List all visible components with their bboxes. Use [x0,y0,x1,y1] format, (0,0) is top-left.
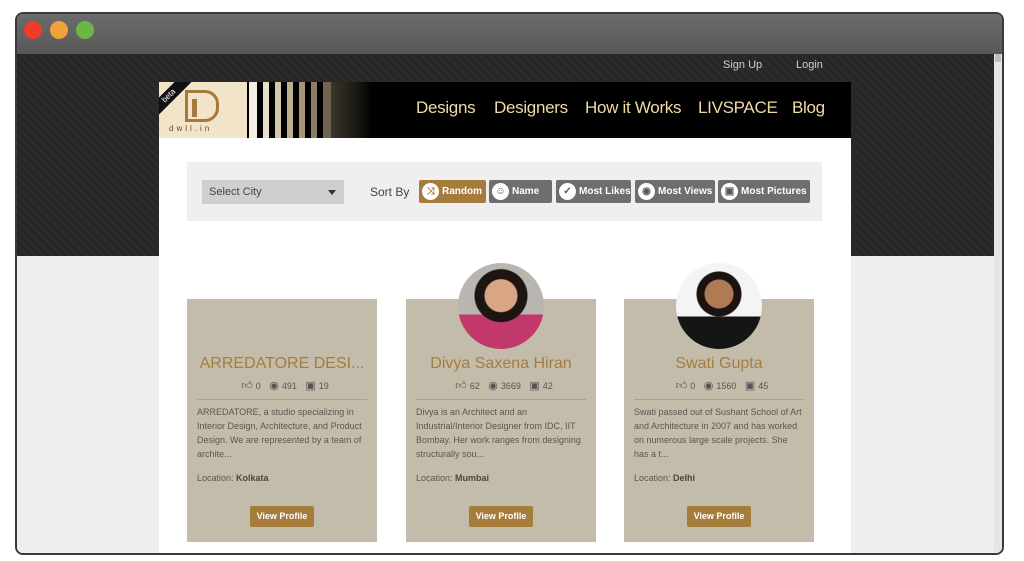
designer-stats: 👍︎ 62 ◉ 3669 ▣ 42 [406,379,596,392]
view-profile-button[interactable]: View Profile [687,506,751,527]
nav-designers[interactable]: Designers [494,98,568,118]
page-scrollbar[interactable] [994,54,1002,553]
pictures-icon: ▣ [305,380,316,392]
eye-icon: ◉ [638,183,655,200]
sort-name-label: Name [512,186,540,197]
site-header: beta dwll.in Designs Designers How it Wo… [159,82,851,138]
thumbs-up-icon: 👍︎ [675,380,688,392]
location-value: Mumbai [455,473,490,483]
sort-most-likes-button[interactable]: ✓ Most Likes [556,180,631,203]
card-divider [634,399,804,400]
designer-description: Divya is an Architect and an Industrial/… [416,407,581,459]
sort-name-button[interactable]: ☺ Name [489,180,552,203]
sort-most-pictures-label: Most Pictures [741,186,807,197]
card-divider [416,399,586,400]
location-label: Location: [634,473,671,483]
sort-most-views-label: Most Views [658,186,713,197]
browser-window: Sign Up Login beta dwll.in Designs Desig… [15,12,1004,555]
view-profile-button[interactable]: View Profile [469,506,533,527]
location-label: Location: [197,473,234,483]
designer-location: Location: Delhi [634,473,695,483]
page-viewport: Sign Up Login beta dwll.in Designs Desig… [17,54,1002,553]
designer-location: Location: Kolkata [197,473,269,483]
designer-card: ARREDATORE DESI... 👍︎ 0 ◉ 491 ▣ 19 ARREDATO… [187,299,377,542]
designer-location: Location: Mumbai [416,473,489,483]
signup-link[interactable]: Sign Up [723,59,762,71]
scrollbar-thumb[interactable] [995,54,1001,62]
views-count: 491 [281,381,297,391]
location-value: Kolkata [236,473,269,483]
sort-random-button[interactable]: ⤨ Random [419,180,486,203]
logo-name: dwll.in [169,124,213,133]
close-window-button[interactable] [24,21,42,39]
views-count: 1560 [716,381,737,391]
thumbs-up-icon: 👍︎ [455,380,467,392]
avatar[interactable] [458,263,544,349]
thumbs-up-icon: 👍︎ [241,380,253,392]
designer-name[interactable]: Divya Saxena Hiran [406,355,596,373]
maximize-window-button[interactable] [76,21,94,39]
sort-most-likes-label: Most Likes [579,186,631,197]
logo-mark-icon [185,90,219,122]
eye-icon: ◉ [703,380,714,392]
thumbs-up-icon: ✓ [559,183,576,200]
filter-bar: Select City Sort By ⤨ Random ☺ Name ✓ Mo… [187,162,822,221]
likes-count: 0 [255,381,261,391]
pictures-count: 45 [758,381,769,391]
pictures-icon: ▣ [721,183,738,200]
card-divider [197,399,367,400]
site-logo[interactable]: beta dwll.in [159,82,247,138]
minimize-window-button[interactable] [50,21,68,39]
designer-name[interactable]: Swati Gupta [624,355,814,373]
designer-description: Swati passed out of Sushant School of Ar… [634,407,802,459]
designer-name[interactable]: ARREDATORE DESI... [187,355,377,373]
designer-stats: 👍︎ 0 ◉ 491 ▣ 19 [187,379,377,392]
designer-description: ARREDATORE, a studio specializing in Int… [197,407,362,459]
sort-most-pictures-button[interactable]: ▣ Most Pictures [718,180,810,203]
pictures-count: 42 [542,381,553,391]
pictures-count: 19 [318,381,329,391]
likes-count: 62 [469,381,480,391]
chevron-down-icon [328,190,336,195]
login-link[interactable]: Login [796,59,823,71]
pictures-icon: ▣ [744,380,756,392]
pictures-icon: ▣ [529,380,540,392]
likes-count: 0 [690,381,696,391]
site-container: beta dwll.in Designs Designers How it Wo… [159,82,851,553]
people-icon: ☺ [492,183,509,200]
view-profile-button[interactable]: View Profile [250,506,314,527]
nav-blog[interactable]: Blog [792,98,825,118]
city-select-value: Select City [209,186,262,198]
sort-random-label: Random [442,186,482,197]
nav-how-it-works[interactable]: How it Works [585,98,682,118]
avatar[interactable] [676,263,762,349]
designer-card: Swati Gupta 👍︎ 0 ◉ 1560 ▣ 45 Swati passed o… [624,263,814,542]
eye-icon: ◉ [488,380,498,392]
eye-icon: ◉ [269,380,279,392]
sort-by-label: Sort By [370,185,410,199]
shuffle-icon: ⤨ [422,183,439,200]
location-label: Location: [416,473,453,483]
designer-card: Divya Saxena Hiran 👍︎ 62 ◉ 3669 ▣ 42 Divya … [406,263,596,542]
city-select[interactable]: Select City [202,180,344,204]
views-count: 3669 [500,381,521,391]
location-value: Delhi [673,473,696,483]
nav-livspace[interactable]: LIVSPACE [698,98,778,118]
designer-stats: 👍︎ 0 ◉ 1560 ▣ 45 [624,379,814,392]
nav-designs[interactable]: Designs [416,98,476,118]
header-stripes [247,82,372,138]
title-bar [17,14,1002,54]
sort-most-views-button[interactable]: ◉ Most Views [635,180,715,203]
